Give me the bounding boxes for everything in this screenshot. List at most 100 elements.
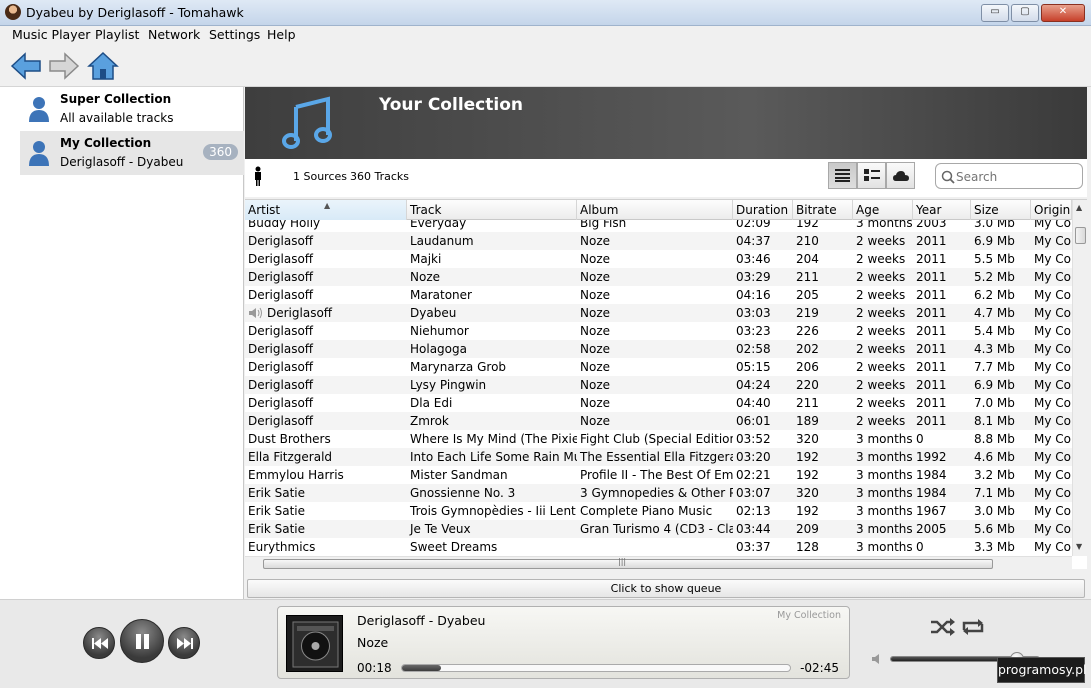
cell-age: 2 weeks [856, 234, 906, 248]
scroll-down-icon[interactable]: ▼ [1076, 542, 1082, 551]
maximize-button[interactable]: ▢ [1011, 4, 1039, 22]
menu-music-player[interactable]: Music Player [12, 27, 90, 42]
app-icon [5, 4, 21, 20]
cell-artist: Dust Brothers [248, 432, 331, 446]
vertical-scrollbar[interactable]: ▲ ▼ [1072, 200, 1087, 556]
cell-age: 2 weeks [856, 396, 906, 410]
cell-duration: 02:21 [736, 468, 771, 482]
scrollbar-thumb[interactable] [1075, 227, 1086, 244]
column-header-size[interactable]: Size [971, 200, 1031, 220]
cell-year: 0 [916, 432, 924, 446]
cell-origin: My Co [1034, 396, 1071, 410]
table-row[interactable]: Erik Satie Gnossienne No. 3 3 Gymnopedies … [245, 484, 1072, 502]
table-row[interactable]: Dust Brothers Where Is My Mind (The Pixie… [245, 430, 1072, 448]
table-row[interactable]: Deriglasoff Zmrok Noze 06:01 189 2 weeks 2011 8… [245, 412, 1072, 430]
sidebar-item-sub: All available tracks [60, 111, 174, 125]
cell-size: 7.7 Mb [974, 360, 1015, 374]
now-playing-album[interactable]: Noze [357, 635, 388, 650]
table-row[interactable]: Deriglasoff Dyabeu Noze 03:03 219 2 weeks 2011… [245, 304, 1072, 322]
cell-age: 3 months [856, 432, 913, 446]
now-playing-panel: Deriglasoff - Dyabeu Noze My Collection … [277, 606, 850, 679]
cell-duration: 03:46 [736, 252, 771, 266]
table-row[interactable]: Deriglasoff Majki Noze 03:46 204 2 weeks 2011 5… [245, 250, 1072, 268]
cell-bitrate: 192 [796, 468, 819, 482]
menu-settings[interactable]: Settings [209, 27, 260, 42]
table-row[interactable]: Deriglasoff Maratoner Noze 04:16 205 2 weeks 2… [245, 286, 1072, 304]
table-row[interactable]: Deriglasoff Laudanum Noze 04:37 210 2 weeks 20… [245, 232, 1072, 250]
table-row[interactable]: Ella Fitzgerald Into Each Life Some Rain … [245, 448, 1072, 466]
shuffle-icon[interactable] [930, 618, 956, 636]
cell-age: 3 months [856, 220, 913, 230]
show-queue-button[interactable]: Click to show queue [247, 579, 1085, 598]
column-header-age[interactable]: Age [853, 200, 913, 220]
repeat-icon[interactable] [960, 618, 986, 636]
cell-track: Where Is My Mind (The Pixies) [410, 432, 577, 446]
cell-album: Noze [580, 414, 610, 428]
cell-duration: 04:24 [736, 378, 771, 392]
scroll-up-icon[interactable]: ▲ [1076, 203, 1082, 212]
player-bar: Deriglasoff - Dyabeu Noze My Collection … [0, 599, 1091, 688]
cell-duration: 04:40 [736, 396, 771, 410]
minimize-button[interactable]: ▭ [981, 4, 1009, 22]
pause-button[interactable] [120, 619, 164, 663]
back-arrow-icon[interactable] [10, 51, 42, 81]
table-row[interactable]: Deriglasoff Noze Noze 03:29 211 2 weeks 2011 5.… [245, 268, 1072, 286]
table-row[interactable]: Deriglasoff Niehumor Noze 03:23 226 2 weeks 20… [245, 322, 1072, 340]
search-box[interactable] [935, 163, 1083, 189]
table-row[interactable]: Erik Satie Je Te Veux Gran Turismo 4 (CD3 … [245, 520, 1072, 538]
column-header-bitrate[interactable]: Bitrate [793, 200, 853, 220]
table-header: Artist ▲ Track Album Duration Bitrate Age… [245, 200, 1072, 220]
search-input[interactable] [956, 168, 1076, 185]
column-header-duration[interactable]: Duration [733, 200, 793, 220]
column-header-album[interactable]: Album [577, 200, 733, 220]
table-row[interactable]: Deriglasoff Marynarza Grob Noze 05:15 206 2 w… [245, 358, 1072, 376]
cell-artist: Deriglasoff [248, 414, 314, 428]
table-row[interactable]: Deriglasoff Dla Edi Noze 04:40 211 2 weeks 201… [245, 394, 1072, 412]
seek-slider[interactable] [401, 664, 791, 672]
column-header-origin[interactable]: Origin [1031, 200, 1072, 220]
cell-duration: 04:37 [736, 234, 771, 248]
column-header-track[interactable]: Track [407, 200, 577, 220]
now-playing-artist-track[interactable]: Deriglasoff - Dyabeu [357, 613, 485, 628]
list-view-button[interactable] [828, 162, 857, 189]
cell-album: Noze [580, 270, 610, 284]
cell-size: 3.0 Mb [974, 220, 1015, 230]
menu-help[interactable]: Help [267, 27, 296, 42]
cell-age: 2 weeks [856, 306, 906, 320]
column-header-artist[interactable]: Artist ▲ [245, 200, 407, 220]
scrollbar-thumb[interactable] [263, 559, 993, 569]
next-button[interactable] [168, 627, 200, 659]
cell-album: Noze [580, 234, 610, 248]
cell-track: Niehumor [410, 324, 469, 338]
cell-age: 2 weeks [856, 270, 906, 284]
table-row[interactable]: Eurythmics Sweet Dreams 03:37 128 3 months 0 3… [245, 538, 1072, 556]
cell-year: 2011 [916, 360, 947, 374]
cell-size: 5.2 Mb [974, 270, 1015, 284]
close-button[interactable]: ✕ [1041, 4, 1085, 22]
table-row[interactable]: Buddy Holly Everyday Big Fish 02:09 192 3 mon… [245, 220, 1072, 232]
detail-view-button[interactable] [857, 162, 886, 189]
cell-size: 3.2 Mb [974, 468, 1015, 482]
cloud-view-button[interactable] [886, 162, 915, 189]
menu-network[interactable]: Network [148, 27, 200, 42]
previous-button[interactable] [83, 627, 115, 659]
table-row[interactable]: Deriglasoff Lysy Pingwin Noze 04:24 220 2 wee… [245, 376, 1072, 394]
horizontal-scrollbar[interactable]: ||| [245, 556, 1072, 569]
sidebar-item-my-collection[interactable]: My Collection Deriglasoff - Dyabeu 360 [20, 131, 244, 175]
album-cover [286, 615, 343, 672]
cell-age: 3 months [856, 468, 913, 482]
pause-icon [136, 634, 149, 649]
forward-arrow-icon[interactable] [48, 51, 80, 81]
column-header-year[interactable]: Year [913, 200, 971, 220]
menu-playlist[interactable]: Playlist [95, 27, 139, 42]
cell-age: 3 months [856, 540, 913, 554]
cell-duration: 05:15 [736, 360, 771, 374]
cell-age: 3 months [856, 486, 913, 500]
home-icon[interactable] [87, 51, 119, 81]
cell-size: 3.0 Mb [974, 504, 1015, 518]
table-row[interactable]: Erik Satie Trois Gymnopèdies - Iii Lent E… [245, 502, 1072, 520]
sidebar-item-super-collection[interactable]: Super Collection All available tracks [20, 87, 244, 131]
detail-view-icon [864, 169, 880, 181]
table-row[interactable]: Deriglasoff Holagoga Noze 02:58 202 2 weeks 20… [245, 340, 1072, 358]
table-row[interactable]: Emmylou Harris Mister Sandman Profile II -… [245, 466, 1072, 484]
